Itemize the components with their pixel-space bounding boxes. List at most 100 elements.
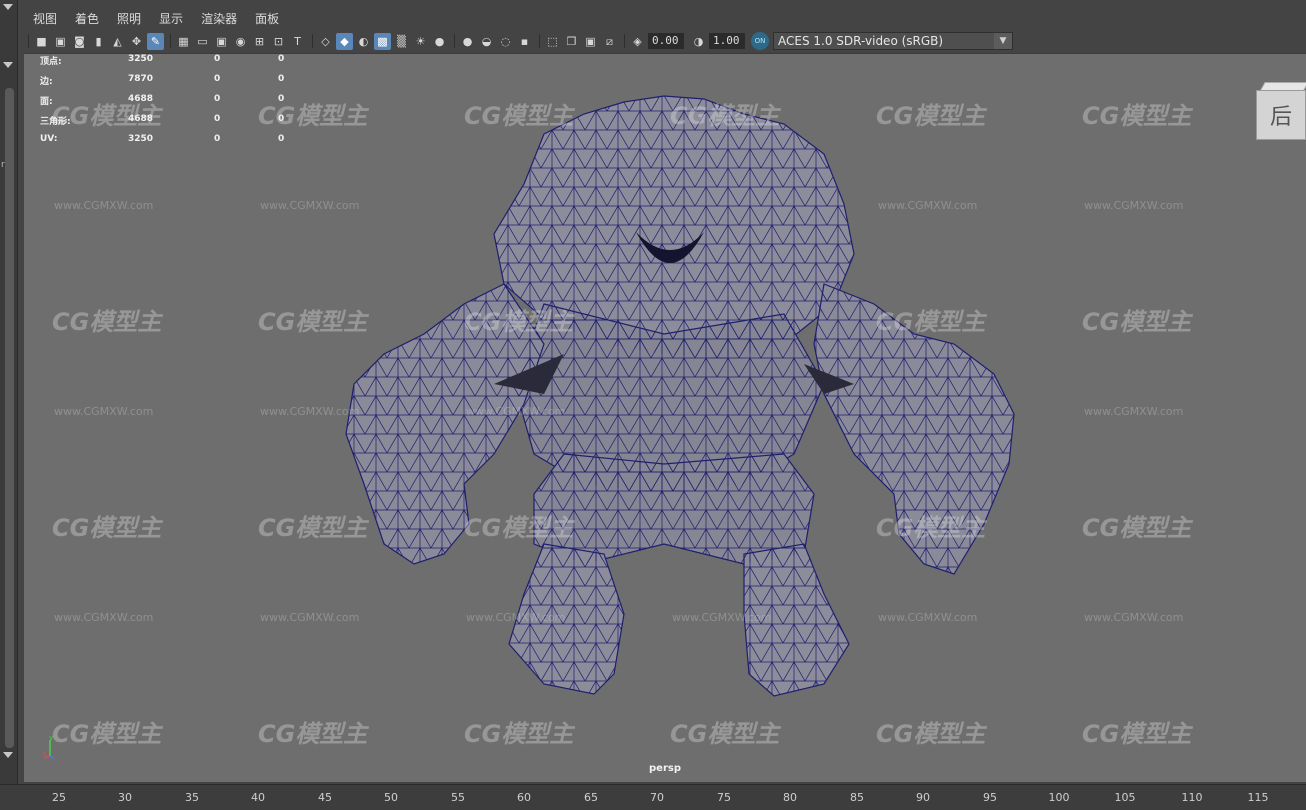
exposure-field[interactable]: 0.00 <box>648 33 684 49</box>
3d-viewport[interactable]: CG模型主 CG模型主 CG模型主 CG模型主 CG模型主 CG模型主 www.… <box>24 53 1306 782</box>
ruler-tick-label: 70 <box>650 791 664 804</box>
smooth-shade-icon[interactable]: ◆ <box>336 32 353 50</box>
default-material-icon[interactable]: ◐ <box>355 33 372 50</box>
camera-name-label: persp <box>649 763 681 774</box>
textured-icon[interactable]: ▒ <box>393 33 410 50</box>
resolution-gate-icon[interactable]: ▣ <box>213 33 230 50</box>
panel-toolbar: ■ ▣ ◙ ▮ ◭ ✥ ✎ ▦ ▭ ▣ ◉ ⊞ ⊡ T ◇ ◆ ◐ ▩ ▒ ☀ … <box>24 30 1306 52</box>
toolbar-divider <box>454 34 455 48</box>
menu-view[interactable]: 视图 <box>24 8 66 30</box>
xray-icon[interactable]: ❐ <box>563 33 580 50</box>
left-scrollbar[interactable] <box>5 88 14 748</box>
hud-label: UV: <box>40 134 58 144</box>
hud-value: 0 <box>214 134 221 144</box>
gate-mask-icon[interactable]: ◉ <box>232 33 249 50</box>
toolbar-divider <box>28 34 29 48</box>
gamma-field[interactable]: 1.00 <box>709 33 745 49</box>
view-transform-value: ACES 1.0 SDR-video (sRGB) <box>778 34 944 48</box>
toolbar-divider <box>170 34 171 48</box>
grease-pencil-icon[interactable]: ✎ <box>147 32 164 50</box>
film-gate-icon[interactable]: ▭ <box>194 33 211 50</box>
wireframe-icon[interactable]: ◇ <box>317 33 334 50</box>
hud-value: 3250 <box>128 134 154 144</box>
image-plane-icon[interactable]: ◭ <box>109 33 126 50</box>
poly-count-hud: 顶点: 3250 0 0 边: 7870 0 0 面: 4688 0 0 三角形… <box>40 54 340 154</box>
toolbar-divider <box>624 34 625 48</box>
hud-value: 3250 <box>128 54 154 64</box>
field-chart-icon[interactable]: ⊞ <box>251 33 268 50</box>
hud-value: 0 <box>278 114 285 124</box>
hud-row-triangles: 三角形: 4688 0 0 <box>40 114 340 134</box>
hud-value: 0 <box>214 74 221 84</box>
xray-joints-icon[interactable]: ⧄ <box>601 33 618 50</box>
menu-panels[interactable]: 面板 <box>246 8 288 30</box>
safe-action-icon[interactable]: ⊡ <box>270 33 287 50</box>
view-transform-dropdown[interactable]: ACES 1.0 SDR-video (sRGB) ▼ <box>773 32 1013 50</box>
time-slider-ruler[interactable]: 25 30 35 40 45 50 55 60 65 70 75 80 85 9… <box>0 784 1306 810</box>
ruler-tick-label: 55 <box>451 791 465 804</box>
ruler-tick-label: 85 <box>850 791 864 804</box>
ruler-tick-label: 115 <box>1247 791 1269 804</box>
shadows-icon[interactable]: ● <box>431 33 448 50</box>
toolbar-divider <box>312 34 313 48</box>
depth-of-field-icon[interactable]: ▪ <box>516 33 533 50</box>
left-tool-strip: r <box>0 0 18 790</box>
screen-space-ao-icon[interactable]: ● <box>459 33 476 50</box>
view-cube-back-face[interactable]: 后 <box>1256 90 1306 140</box>
ruler-tick-label: 30 <box>118 791 132 804</box>
ruler-tick-label: 75 <box>717 791 731 804</box>
ruler-tick-label: 25 <box>52 791 66 804</box>
ruler-tick-label: 95 <box>983 791 997 804</box>
grid-icon[interactable]: ▦ <box>175 33 192 50</box>
menu-shading[interactable]: 着色 <box>66 8 108 30</box>
ruler-tick-label: 105 <box>1114 791 1136 804</box>
ruler-tick-label: 65 <box>584 791 598 804</box>
color-management-toggle[interactable]: ON <box>751 32 769 50</box>
menu-show[interactable]: 显示 <box>150 8 192 30</box>
isolate-select-icon[interactable]: ⬚ <box>544 33 561 50</box>
hud-value: 0 <box>278 134 285 144</box>
maya-viewport-window: r 视图 着色 照明 显示 渲染器 面板 ■ ▣ ◙ ▮ ◭ ✥ ✎ ▦ ▭ ▣… <box>0 0 1306 810</box>
camera-bookmark-icon[interactable]: ◙ <box>71 33 88 50</box>
ruler-tick-label: 50 <box>384 791 398 804</box>
axis-x-label: x <box>42 750 46 758</box>
bookmark-icon[interactable]: ▮ <box>90 33 107 50</box>
hud-value: 0 <box>278 94 285 104</box>
camera-attributes-icon[interactable]: ▣ <box>52 33 69 50</box>
hud-value: 0 <box>278 74 285 84</box>
view-cube[interactable]: 后 <box>1256 82 1306 140</box>
hud-row-vertices: 顶点: 3250 0 0 <box>40 54 340 74</box>
hud-value: 0 <box>214 54 221 64</box>
anti-aliasing-icon[interactable]: ◌ <box>497 33 514 50</box>
ruler-tick-label: 35 <box>185 791 199 804</box>
scroll-arrow-icon[interactable] <box>3 62 13 68</box>
ruler-tick-label: 40 <box>251 791 265 804</box>
camera-icon[interactable]: ■ <box>33 33 50 50</box>
axis-y-label: y <box>49 734 53 742</box>
hud-value: 4688 <box>128 114 154 124</box>
collapse-arrow-icon[interactable] <box>3 4 13 10</box>
ruler-tick-label: 80 <box>783 791 797 804</box>
menu-renderer[interactable]: 渲染器 <box>192 8 246 30</box>
hud-label: 边: <box>40 77 53 87</box>
motion-blur-icon[interactable]: ◒ <box>478 33 495 50</box>
ruler-tick-label: 110 <box>1181 791 1203 804</box>
monster-mesh-model[interactable] <box>24 54 1306 782</box>
wireframe-on-shaded-icon[interactable]: ▩ <box>374 32 391 50</box>
2d-pan-zoom-icon[interactable]: ✥ <box>128 33 145 50</box>
ruler-tick-label: 45 <box>318 791 332 804</box>
gamma-icon[interactable]: ◑ <box>690 33 707 50</box>
scroll-down-arrow-icon[interactable] <box>3 752 13 758</box>
exposure-icon[interactable]: ◈ <box>629 33 646 50</box>
panel-menu-bar: 视图 着色 照明 显示 渲染器 面板 <box>24 8 1306 30</box>
hud-value: 7870 <box>128 74 154 84</box>
hud-value: 0 <box>278 54 285 64</box>
ruler-tick-label: 60 <box>517 791 531 804</box>
menu-lighting[interactable]: 照明 <box>108 8 150 30</box>
lights-icon[interactable]: ☀ <box>412 33 429 50</box>
safe-title-icon[interactable]: T <box>289 33 306 50</box>
xray-active-components-icon[interactable]: ▣ <box>582 33 599 50</box>
chevron-down-icon[interactable]: ▼ <box>994 33 1012 49</box>
mesh-silhouette <box>345 95 1015 697</box>
hud-value: 0 <box>214 114 221 124</box>
